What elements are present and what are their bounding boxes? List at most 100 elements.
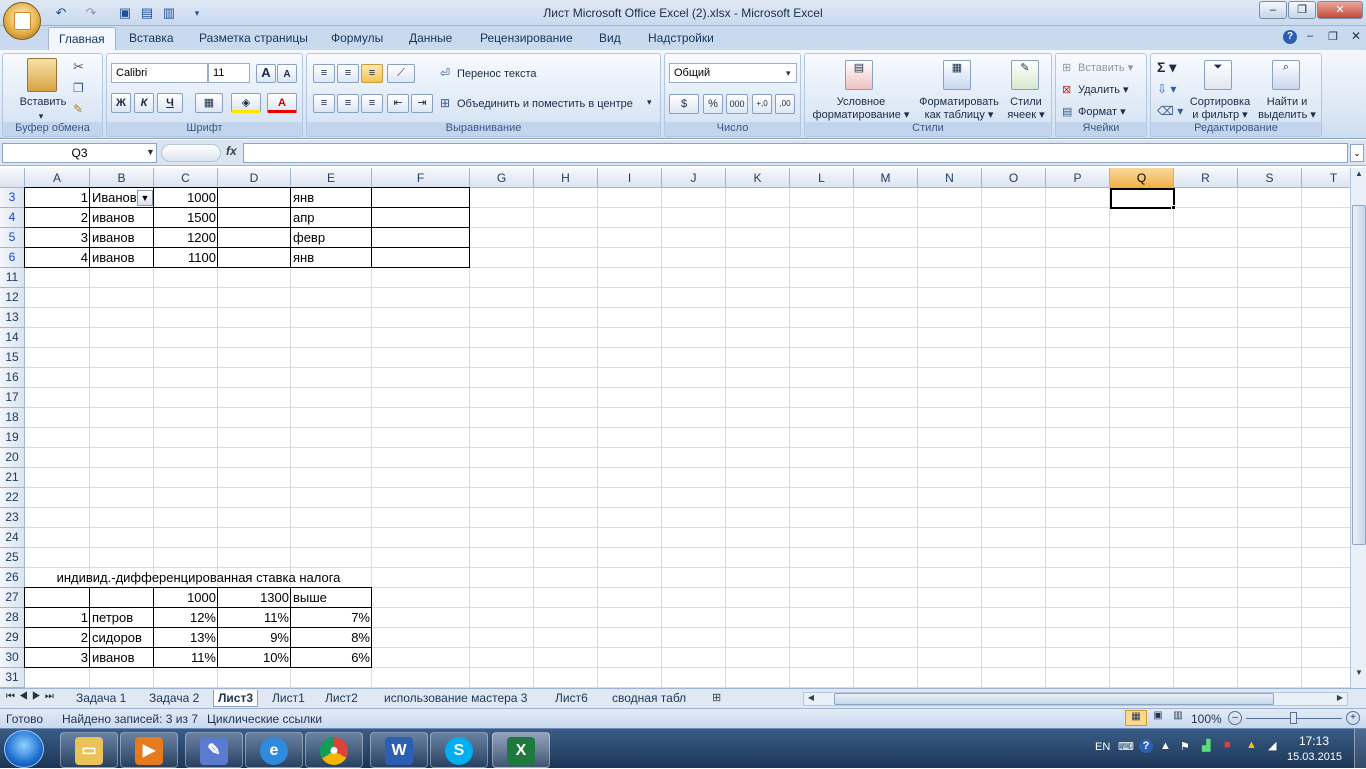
row-header-14[interactable]: 14 [0, 328, 25, 348]
increase-decimal-icon[interactable]: +,0 [752, 94, 772, 114]
wrap-text-button[interactable]: Перенос текста [457, 68, 537, 81]
row-header-4[interactable]: 4 [0, 208, 25, 228]
tray-time[interactable]: 17:13 [1299, 734, 1329, 748]
tray-flag-icon[interactable]: ⚑ [1180, 740, 1190, 753]
tray-volume-icon[interactable]: ◢ [1268, 739, 1276, 752]
increase-indent-icon[interactable]: ⇥ [411, 94, 433, 113]
vertical-scrollbar[interactable]: ▲ ▼ [1350, 168, 1366, 688]
column-header-r[interactable]: R [1174, 168, 1238, 188]
align-top-icon[interactable]: ≡ [313, 64, 335, 83]
clear-icon[interactable]: ⌫ ▾ [1157, 104, 1183, 118]
tab-review[interactable]: Рецензирование [480, 31, 573, 45]
row-header-13[interactable]: 13 [0, 308, 25, 328]
row-header-20[interactable]: 20 [0, 448, 25, 468]
find-select-button[interactable]: Найти и выделить ▾ [1255, 96, 1319, 122]
align-left-icon[interactable]: ≡ [313, 94, 335, 113]
taskbar-media-player[interactable]: ▶ [120, 732, 178, 768]
tab-data[interactable]: Данные [409, 31, 452, 45]
tray-help-icon[interactable]: ? [1139, 739, 1153, 753]
row-header-17[interactable]: 17 [0, 388, 25, 408]
ribbon-restore-icon[interactable]: ❐ [1328, 30, 1338, 43]
tray-expand-icon[interactable]: ▲ [1160, 740, 1171, 752]
row-header-11[interactable]: 11 [0, 268, 25, 288]
column-header-n[interactable]: N [918, 168, 982, 188]
merge-dropdown-icon[interactable]: ▾ [647, 97, 652, 108]
merge-center-button[interactable]: Объединить и поместить в центре [457, 98, 633, 111]
close-button[interactable]: ✕ [1317, 1, 1363, 19]
taskbar-ie[interactable]: e [245, 732, 303, 768]
italic-button[interactable]: К [134, 93, 154, 113]
taskbar-paint[interactable]: ✎ [185, 732, 243, 768]
tab-home[interactable]: Главная [48, 27, 116, 50]
start-button[interactable] [4, 730, 44, 768]
column-header-i[interactable]: I [598, 168, 662, 188]
font-size-combo[interactable]: 11 [208, 63, 250, 83]
vertical-scroll-thumb[interactable] [1352, 205, 1366, 545]
row-header-21[interactable]: 21 [0, 468, 25, 488]
row-header-31[interactable]: 31 [0, 668, 25, 688]
worksheet-grid[interactable]: A B C D E F G H I J K L M N O P Q R S T 3 4 5 6 11 12 13 14 15 16 17 18… [0, 168, 1350, 688]
ribbon-minimize-icon[interactable]: – [1307, 30, 1313, 42]
align-center-icon[interactable]: ≡ [337, 94, 359, 113]
format-as-table-button[interactable]: Форматировать как таблицу ▾ [913, 96, 1005, 122]
tray-antivirus-icon[interactable]: ■ [1224, 739, 1231, 751]
underline-button[interactable]: Ч [157, 93, 183, 113]
normal-view-icon[interactable]: ▦ [1125, 710, 1147, 726]
row-header-30[interactable]: 30 [0, 648, 25, 668]
row-header-23[interactable]: 23 [0, 508, 25, 528]
tab-insert[interactable]: Вставка [129, 31, 174, 45]
align-bottom-icon[interactable]: ≡ [361, 64, 383, 83]
format-as-table-icon[interactable]: ▦ [943, 60, 971, 90]
table2-title[interactable]: индивид.-дифференцированная ставка налог… [25, 568, 372, 588]
row-header-25[interactable]: 25 [0, 548, 25, 568]
column-header-t[interactable]: T [1302, 168, 1350, 188]
column-header-p[interactable]: P [1046, 168, 1110, 188]
sheet-tab-task1[interactable]: Задача 1 [76, 690, 126, 707]
percent-button[interactable]: % [703, 94, 723, 114]
sheet-tab-list6[interactable]: Лист6 [555, 690, 588, 707]
shrink-font-icon[interactable]: A [277, 64, 297, 83]
status-circular-refs[interactable]: Циклические ссылки [207, 712, 322, 726]
row-header-12[interactable]: 12 [0, 288, 25, 308]
paste-icon[interactable] [27, 58, 57, 92]
conditional-formatting-icon[interactable]: ▤ [845, 60, 873, 90]
name-box[interactable]: Q3 [2, 143, 157, 163]
formula-input[interactable] [243, 143, 1348, 163]
horizontal-scroll-thumb[interactable] [834, 693, 1274, 705]
taskbar-word[interactable]: W [370, 732, 428, 768]
column-header-j[interactable]: J [662, 168, 726, 188]
sheet-tab-list2[interactable]: Лист2 [325, 690, 358, 707]
orientation-icon[interactable]: ⟋ [387, 64, 415, 83]
sort-filter-button[interactable]: Сортировка и фильтр ▾ [1185, 96, 1255, 122]
tab-formulas[interactable]: Формулы [331, 31, 383, 45]
ribbon-close-icon[interactable]: ✕ [1351, 29, 1361, 43]
paste-button[interactable]: Вставить [7, 96, 79, 109]
sheet-tab-list3[interactable]: Лист3 [213, 690, 259, 707]
taskbar-skype[interactable]: S [430, 732, 488, 768]
column-header-s[interactable]: S [1238, 168, 1302, 188]
zoom-out-icon[interactable]: – [1228, 711, 1242, 725]
conditional-formatting-button[interactable]: Условное форматирование ▾ [807, 96, 915, 122]
scroll-up-icon[interactable]: ▲ [1352, 169, 1366, 183]
page-layout-view-icon[interactable]: ▣ [1149, 710, 1167, 726]
fill-icon[interactable]: ⇩ ▾ [1157, 82, 1176, 96]
borders-icon[interactable]: ▦ [195, 93, 223, 113]
row-header-26[interactable]: 26 [0, 568, 25, 588]
row-header-22[interactable]: 22 [0, 488, 25, 508]
decrease-decimal-icon[interactable]: ,00 [775, 94, 795, 114]
tray-drive-icon[interactable]: ▲ [1246, 739, 1257, 751]
sheet-tab-wizard3[interactable]: использование мастера 3 [384, 690, 527, 707]
column-header-m[interactable]: M [854, 168, 918, 188]
zoom-in-icon[interactable]: + [1346, 711, 1360, 725]
delete-cells-button[interactable]: Удалить ▾ [1078, 84, 1129, 97]
zoom-slider-thumb[interactable] [1290, 712, 1297, 724]
insert-function-icon[interactable]: fx [226, 144, 237, 158]
sheet-nav-arrows-icon[interactable]: ⏮◀▶⏭ [6, 691, 58, 702]
row-header-27[interactable]: 27 [0, 588, 25, 608]
fill-color-icon[interactable]: ◈ [231, 93, 261, 113]
column-header-e[interactable]: E [291, 168, 372, 188]
copy-icon[interactable]: ❐ [73, 81, 84, 95]
font-color-icon[interactable]: A [267, 93, 297, 113]
help-icon[interactable]: ? [1283, 30, 1297, 44]
bold-button[interactable]: Ж [111, 93, 131, 113]
